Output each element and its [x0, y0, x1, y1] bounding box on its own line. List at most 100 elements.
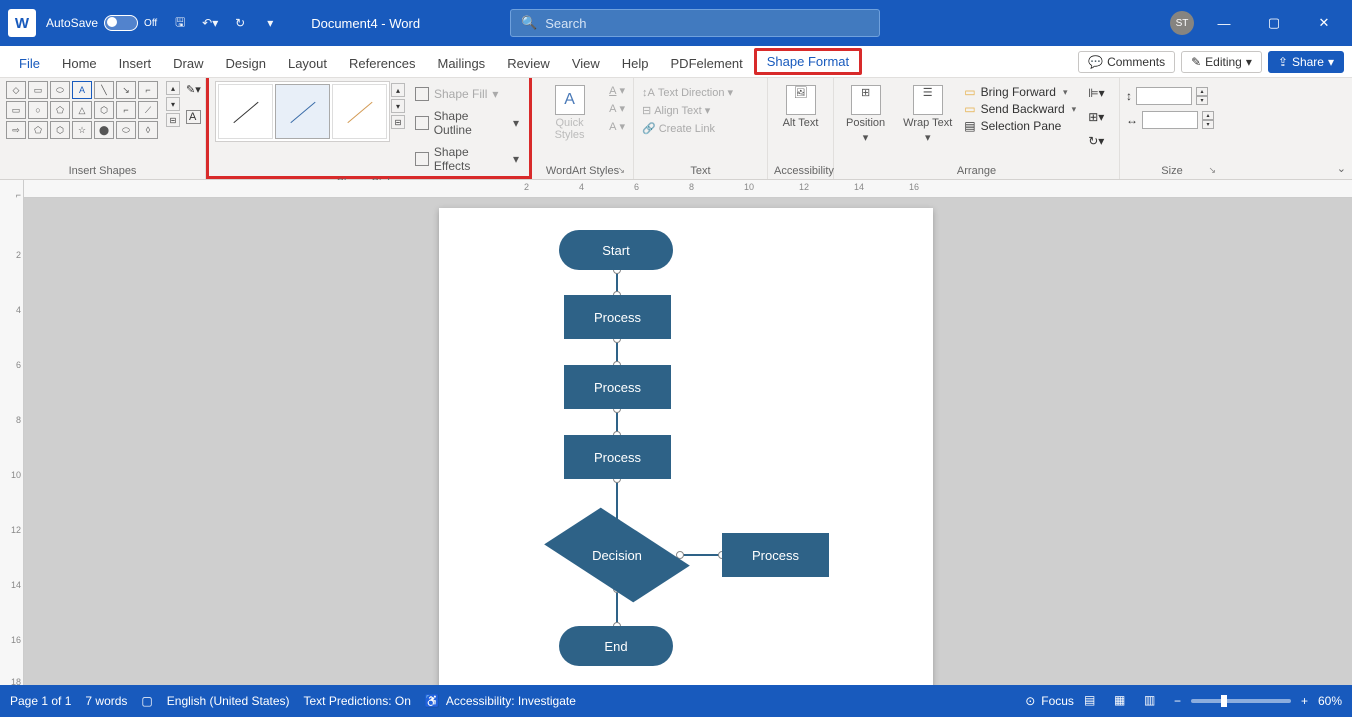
height-input[interactable]: ↕▴▾	[1126, 87, 1214, 105]
send-backward-button[interactable]: ▭Send Backward▾	[964, 102, 1076, 116]
zoom-slider[interactable]	[1191, 699, 1291, 703]
connector[interactable]	[616, 339, 618, 365]
shape-option[interactable]: ⌐	[116, 101, 136, 119]
tab-help[interactable]: Help	[611, 50, 660, 77]
tab-pdfelement[interactable]: PDFelement	[660, 50, 754, 77]
gallery-more[interactable]: ⊟	[166, 113, 180, 127]
collapse-ribbon-icon[interactable]: ⌄	[1337, 162, 1346, 175]
accessibility-status[interactable]: ♿Accessibility: Investigate	[425, 694, 576, 708]
style-gallery-more[interactable]: ⊟	[391, 115, 405, 129]
gallery-down[interactable]: ▾	[166, 97, 180, 111]
undo-icon[interactable]: ↶▾	[199, 12, 221, 34]
style-gallery-down[interactable]: ▾	[391, 99, 405, 113]
flowchart-start[interactable]: Start	[559, 230, 673, 270]
flowchart-process-1[interactable]: Process	[564, 295, 671, 339]
shape-option[interactable]: ⬡	[50, 121, 70, 139]
tab-insert[interactable]: Insert	[108, 50, 163, 77]
shape-option[interactable]: ▭	[6, 101, 26, 119]
tab-home[interactable]: Home	[51, 50, 108, 77]
language-status[interactable]: English (United States)	[167, 694, 290, 708]
zoom-in-button[interactable]: +	[1301, 694, 1308, 708]
save-icon[interactable]: 🖫	[169, 12, 191, 34]
tab-layout[interactable]: Layout	[277, 50, 338, 77]
alt-text-button[interactable]: 🖼 Alt Text	[777, 81, 825, 133]
shape-option[interactable]: ◊	[138, 121, 158, 139]
editing-button[interactable]: ✎Editing▾	[1181, 51, 1262, 73]
shape-option[interactable]: ⬭	[116, 121, 136, 139]
style-gallery[interactable]	[215, 81, 390, 142]
word-count[interactable]: 7 words	[85, 694, 127, 708]
bring-forward-button[interactable]: ▭Bring Forward▾	[964, 85, 1076, 99]
share-button[interactable]: ⇪Share▾	[1268, 51, 1344, 73]
search-box[interactable]: 🔍 Search	[510, 9, 880, 37]
flowchart-end[interactable]: End	[559, 626, 673, 666]
comments-button[interactable]: 💬Comments	[1078, 51, 1175, 73]
position-button[interactable]: ⊞Position▾	[840, 81, 891, 148]
shape-option[interactable]: ⟋	[138, 101, 158, 119]
style-gallery-up[interactable]: ▴	[391, 83, 405, 97]
rotate-menu-button[interactable]: ↻▾	[1088, 134, 1112, 152]
tab-mailings[interactable]: Mailings	[427, 50, 497, 77]
spin-up[interactable]: ▴	[1202, 111, 1214, 120]
spin-up[interactable]: ▴	[1196, 87, 1208, 96]
shape-option[interactable]: ⬡	[94, 101, 114, 119]
tab-references[interactable]: References	[338, 50, 426, 77]
shape-option[interactable]: ☆	[72, 121, 92, 139]
selection-pane-button[interactable]: ▤Selection Pane	[964, 119, 1076, 133]
read-mode-icon[interactable]: ▤	[1084, 693, 1104, 709]
user-avatar[interactable]: ST	[1170, 11, 1194, 35]
wrap-text-button[interactable]: ☰Wrap Text▾	[897, 81, 958, 148]
text-predictions-status[interactable]: Text Predictions: On	[304, 694, 411, 708]
minimize-button[interactable]: —	[1204, 8, 1244, 38]
style-option-2[interactable]	[275, 84, 330, 139]
shape-option[interactable]: ○	[28, 101, 48, 119]
shape-option[interactable]: ⬠	[28, 121, 48, 139]
tab-design[interactable]: Design	[215, 50, 277, 77]
text-box-button[interactable]: A	[186, 110, 201, 124]
autosave-toggle[interactable]: AutoSave Off	[46, 15, 157, 31]
shape-option[interactable]: ◇	[6, 81, 26, 99]
shape-option[interactable]: ⬤	[94, 121, 114, 139]
redo-icon[interactable]: ↻	[229, 12, 251, 34]
width-input[interactable]: ↔▴▾	[1126, 111, 1214, 129]
connector[interactable]	[616, 270, 618, 295]
spin-down[interactable]: ▾	[1202, 120, 1214, 129]
tab-draw[interactable]: Draw	[162, 50, 214, 77]
focus-mode-button[interactable]: ⊙Focus	[1025, 694, 1074, 708]
document-canvas[interactable]: 2 4 6 8 10 12 14 16 Start Process Proces…	[24, 180, 1352, 685]
style-option-1[interactable]	[218, 84, 273, 139]
align-menu-button[interactable]: ⊫▾	[1088, 86, 1112, 104]
tab-review[interactable]: Review	[496, 50, 561, 77]
tab-file[interactable]: File	[8, 50, 51, 77]
shape-option[interactable]: ⇨	[6, 121, 26, 139]
toggle-switch[interactable]	[104, 15, 138, 31]
edit-shape-button[interactable]: ✎▾	[186, 83, 201, 96]
gallery-up[interactable]: ▴	[166, 81, 180, 95]
spin-down[interactable]: ▾	[1196, 96, 1208, 105]
dialog-launcher-icon[interactable]: ↘	[1208, 165, 1216, 176]
web-layout-icon[interactable]: ▥	[1144, 693, 1164, 709]
flowchart-process-2[interactable]: Process	[564, 365, 671, 409]
flowchart-decision[interactable]: Decision	[554, 515, 680, 595]
close-button[interactable]: ✕	[1304, 8, 1344, 38]
shape-effects-button[interactable]: Shape Effects▾	[411, 143, 523, 175]
shape-fill-button[interactable]: Shape Fill▾	[411, 85, 523, 103]
zoom-level[interactable]: 60%	[1318, 694, 1342, 708]
style-option-3[interactable]	[332, 84, 387, 139]
shape-option[interactable]: ⬭	[50, 81, 70, 99]
qat-custom-icon[interactable]: ▾	[259, 12, 281, 34]
group-menu-button[interactable]: ⊞▾	[1088, 110, 1112, 128]
flowchart-process-3[interactable]: Process	[564, 435, 671, 479]
shape-gallery[interactable]: ◇▭⬭A╲↘⌐ ▭○⬠△⬡⌐⟋ ⇨⬠⬡☆⬤⬭◊	[6, 81, 158, 139]
tab-shape-format[interactable]: Shape Format	[754, 48, 862, 75]
shape-option[interactable]: ↘	[116, 81, 136, 99]
connector[interactable]	[680, 554, 722, 556]
shape-option[interactable]: ╲	[94, 81, 114, 99]
shape-option[interactable]: A	[72, 81, 92, 99]
page-status[interactable]: Page 1 of 1	[10, 694, 71, 708]
shape-option[interactable]: ▭	[28, 81, 48, 99]
shape-outline-button[interactable]: Shape Outline▾	[411, 107, 523, 139]
tab-view[interactable]: View	[561, 50, 611, 77]
shape-option[interactable]: ⌐	[138, 81, 158, 99]
print-layout-icon[interactable]: ▦	[1114, 693, 1134, 709]
